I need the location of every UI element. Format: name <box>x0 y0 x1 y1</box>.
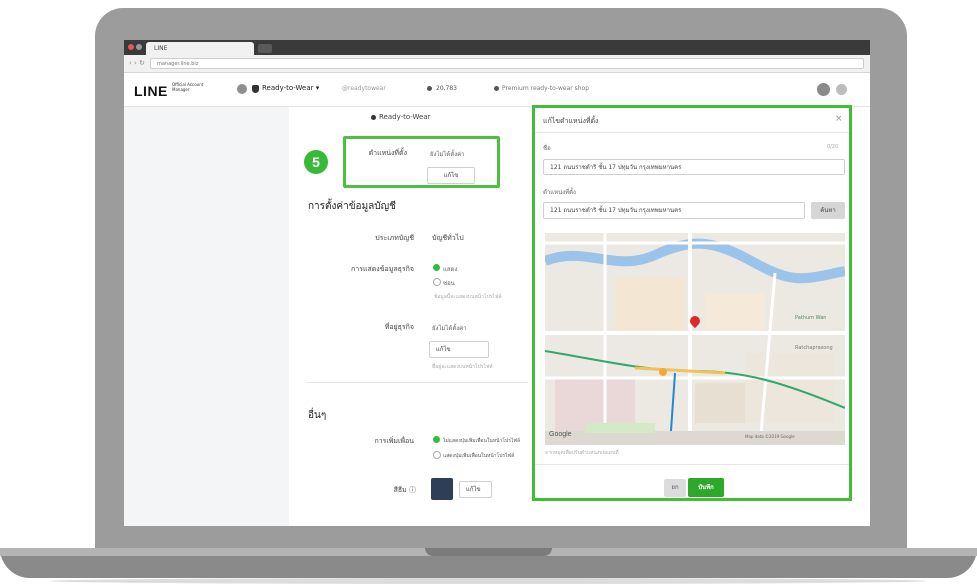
theme-color-label: สีธีม ⓘ <box>393 486 416 494</box>
edit-location-panel: แก้ไขตำแหน่งที่ตั้ง × ชื่อ 0/20 121 ถนนร… <box>532 105 852 501</box>
account-bullet-icon <box>371 115 376 120</box>
people-icon <box>427 86 432 91</box>
friend-add-off-radio[interactable] <box>433 451 441 459</box>
other-section-title: อื่นๆ <box>308 410 327 421</box>
status-icon <box>494 86 499 91</box>
map-hint: ลากหมุดเพื่อปรับตำแหน่งบนแผนที่ <box>545 450 619 456</box>
save-button[interactable]: บันทึก <box>688 478 724 497</box>
minimize-window-icon[interactable] <box>136 44 142 50</box>
map-label-b: Ratchaprasong <box>795 345 833 351</box>
friend-add-on-label: ไม่แสดงปุ่มเพิ่มเพื่อนในหน้าโปรไฟล์ <box>443 438 521 444</box>
gear-icon[interactable] <box>836 84 847 95</box>
browser-tab[interactable]: LINE <box>146 42 254 55</box>
close-icon[interactable]: × <box>835 114 843 124</box>
map-attribution: Map data ©2019 Google <box>745 434 795 439</box>
friends-count: 20,783 <box>436 85 457 92</box>
laptop-shadow <box>50 578 927 584</box>
new-tab-button[interactable] <box>258 44 272 53</box>
browser-tab-title: LINE <box>154 45 168 52</box>
url-input[interactable]: manager.line.biz <box>150 58 864 69</box>
display-hint: ข้อมูลนี้จะแสดงบนหน้าโปรไฟล์ <box>434 294 502 300</box>
name-input[interactable]: 121 ถนนราชดำริ ชั้น 17 ปทุมวัน กรุงเทพมห… <box>543 159 845 175</box>
google-logo: Google <box>549 431 572 438</box>
theme-color-swatch[interactable] <box>431 478 453 500</box>
search-button[interactable]: ค้นหา <box>811 202 845 219</box>
address-label: ตำแหน่งที่ตั้ง <box>543 189 576 196</box>
browser-address-bar: ‹ › ↻ manager.line.biz <box>124 55 870 73</box>
address-note: ที่อยู่จะแสดงบนหน้าโปรไฟล์ <box>432 364 493 370</box>
account-id: @readytowear <box>342 85 386 92</box>
map-label-a: Pathum Wan <box>795 315 827 321</box>
friend-add-label: การเพิ่มเพื่อน <box>374 437 414 445</box>
location-highlight <box>343 136 500 188</box>
display-on-radio[interactable] <box>433 264 440 271</box>
address-label: ที่อยู่ธุรกิจ <box>384 323 414 331</box>
account-switcher[interactable]: Ready-to-Wear ▾ <box>262 84 319 92</box>
shield-icon <box>252 85 259 93</box>
step-badge: 5 <box>304 150 328 174</box>
display-on-label: แสดง <box>443 266 458 273</box>
account-heading: Ready-to-Wear <box>379 113 431 121</box>
panel-title: แก้ไขตำแหน่งที่ตั้ง <box>543 117 599 125</box>
address-hint: ยังไม่ได้ตั้งค่า <box>432 325 467 332</box>
logo-subtitle: Official Account Manager <box>172 82 204 92</box>
friend-add-on-radio[interactable] <box>433 436 440 443</box>
app-header: LINE Official Account Manager Ready-to-W… <box>124 73 870 107</box>
panel-divider <box>535 132 849 133</box>
display-off-label: ซ่อน <box>443 280 455 287</box>
close-window-icon[interactable] <box>128 44 134 50</box>
laptop-notch <box>425 548 552 556</box>
store-icon <box>237 84 247 94</box>
map-canvas[interactable] <box>545 233 845 445</box>
section-title: การตั้งค่าข้อมูลบัญชี <box>308 201 396 212</box>
display-label: การแสดงข้อมูลธุรกิจ <box>351 265 414 273</box>
cancel-button[interactable]: ยก <box>664 479 686 497</box>
browser-tabbar: LINE <box>124 40 870 55</box>
sidebar <box>124 107 289 526</box>
name-label: ชื่อ <box>543 145 551 152</box>
status-message: Premium ready-to-wear shop <box>502 85 590 92</box>
display-off-radio[interactable] <box>433 278 441 286</box>
divider <box>306 382 528 383</box>
account-type-label: ประเภทบัญชี <box>375 234 414 242</box>
map[interactable]: Pathum Wan Ratchaprasong Google Map data… <box>545 233 845 445</box>
address-input[interactable]: 121 ถนนราชดำริ ชั้น 17 ปทุมวัน กรุงเทพมห… <box>543 202 805 219</box>
account-type-value: บัญชีทั่วไป <box>432 234 464 242</box>
footer-divider <box>535 464 849 465</box>
line-logo: LINE <box>134 83 168 99</box>
name-counter: 0/20 <box>827 144 839 150</box>
friend-add-off-label: แสดงปุ่มเพิ่มเพื่อนในหน้าโปรไฟล์ <box>443 453 515 459</box>
nav-arrows-icon[interactable]: ‹ › ↻ <box>129 58 145 69</box>
theme-color-edit-button[interactable]: แก้ไข <box>459 481 492 498</box>
avatar[interactable] <box>817 83 830 96</box>
address-edit-button[interactable]: แก้ไข <box>429 341 489 358</box>
